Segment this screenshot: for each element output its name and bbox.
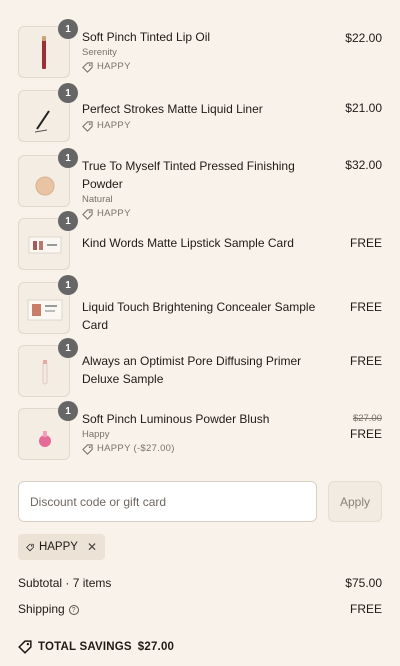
item-variant: Natural [82,194,113,205]
savings-value: $27.00 [137,641,175,653]
quantity-badge: 1 [58,148,78,168]
original-price: $27.00 [352,413,382,424]
item-price: FREE [349,300,382,314]
item-name: Kind Words Matte Lipstick Sample Card [82,236,294,250]
item-name: Liquid Touch Brightening Concealer Sampl… [82,300,316,332]
tag-icon [82,61,93,73]
item-name: Perfect Strokes Matte Liquid Liner [82,102,263,116]
tag-icon [26,543,34,551]
product-thumbnail: 1 [18,148,78,207]
shipping-row: Shipping? FREE [18,602,382,620]
discount-code-label: HAPPY [97,61,131,72]
item-name: True To Myself Tinted Pressed Finishing … [82,159,295,191]
tag-icon [82,443,93,455]
quantity-badge: 1 [58,19,78,39]
shipping-label: Shipping [18,602,65,616]
tag-icon [18,640,32,654]
quantity-badge: 1 [58,401,78,421]
product-thumbnail: 1 [18,83,78,142]
remove-discount-icon[interactable]: ✕ [87,540,97,554]
item-price: FREE [349,236,382,250]
item-discount: HAPPY [82,120,337,132]
subtotal-label: Subtotal · 7 items [18,576,112,590]
quantity-badge: 1 [58,83,78,103]
product-thumbnail: 1 [18,275,78,334]
help-icon[interactable]: ? [68,605,79,615]
discount-code-label: HAPPY (-$27.00) [97,443,175,454]
item-price: $32.00 [345,158,382,172]
item-price: $22.00 [345,31,382,45]
product-thumbnail: 1 [18,401,78,460]
quantity-badge: 1 [58,275,78,295]
discount-form: Apply [18,481,382,522]
discount-code-input[interactable] [18,481,317,522]
item-discount: HAPPY [82,208,337,220]
item-name: Soft Pinch Luminous Powder Blush [82,412,270,426]
item-price: $21.00 [345,101,382,115]
item-price: $27.00 FREE [350,413,382,443]
product-thumbnail: 1 [18,338,78,397]
discount-code-label: HAPPY [97,120,131,131]
discount-code-label: HAPPY [97,208,131,219]
item-discount: HAPPY (-$27.00) [82,443,337,455]
savings-label: TOTAL SAVINGS [38,641,132,653]
item-name: Soft Pinch Tinted Lip Oil [82,30,211,44]
item-name: Always an Optimist Pore Diffusing Primer… [82,354,302,386]
item-variant: Happy [82,429,110,440]
subtotal-value: $75.00 [345,576,382,590]
applied-discount-chip: HAPPY ✕ [18,534,105,560]
tag-icon [82,208,93,220]
product-thumbnail: 1 [18,211,78,270]
item-price: FREE [349,354,382,368]
subtotal-row: Subtotal · 7 items $75.00 [18,576,382,594]
apply-button[interactable]: Apply [328,481,382,522]
quantity-badge: 1 [58,338,78,358]
total-savings: TOTAL SAVINGS $27.00 [18,640,174,654]
item-variant: Serenity [82,47,117,58]
final-price: FREE [349,427,382,441]
shipping-value: FREE [349,602,382,616]
item-discount: HAPPY [82,61,337,73]
applied-code-label: HAPPY [38,541,78,553]
quantity-badge: 1 [58,211,78,231]
product-thumbnail: 1 [18,19,78,78]
tag-icon [82,120,93,132]
